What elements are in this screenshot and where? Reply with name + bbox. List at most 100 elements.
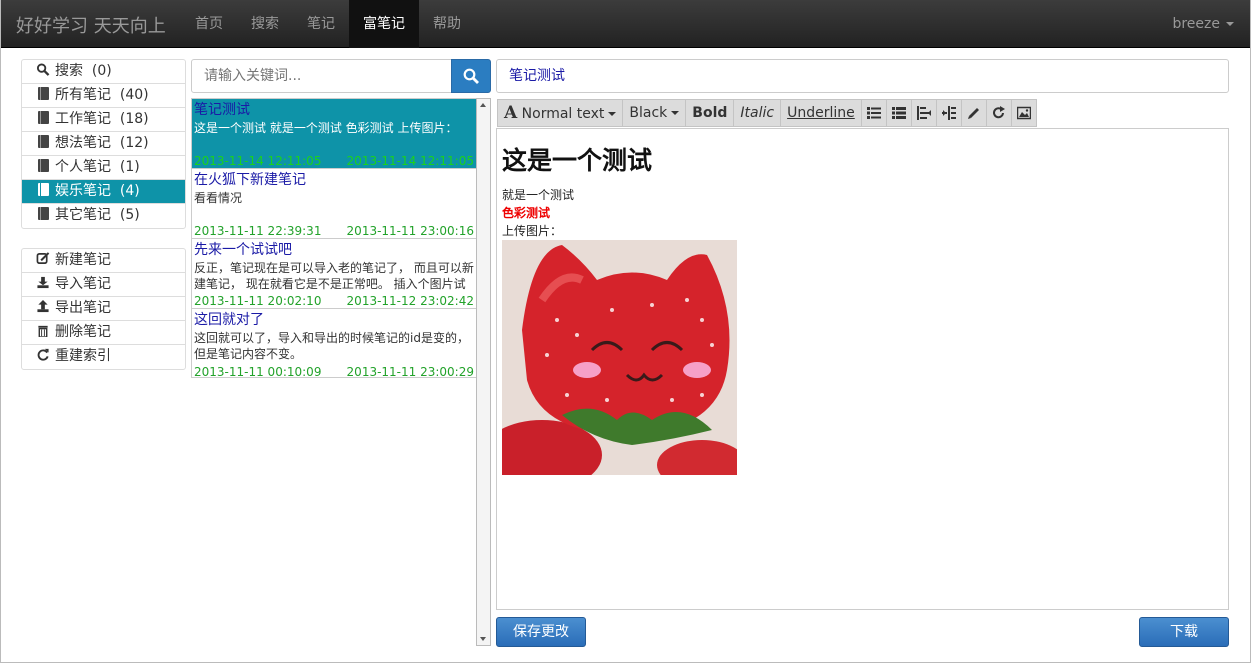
download-button[interactable]: 下载 xyxy=(1139,617,1229,647)
category-search[interactable]: 搜索 (0) xyxy=(22,60,185,84)
trash-icon xyxy=(38,325,48,337)
font-icon: A xyxy=(504,103,518,123)
user-menu[interactable]: breeze xyxy=(1172,0,1234,48)
save-changes-button[interactable]: 保存更改 xyxy=(496,617,586,647)
bold-button[interactable]: Bold xyxy=(686,99,735,127)
nav-menu: 首页 搜索 笔记 富笔记 帮助 xyxy=(181,0,475,48)
strawberry-cat-picture xyxy=(502,240,737,475)
indent-button[interactable] xyxy=(936,99,962,127)
book-icon xyxy=(38,159,49,172)
action-list: 新建笔记 导入笔记 导出笔记 删除笔记 重建索引 xyxy=(21,248,186,370)
outdent-button[interactable] xyxy=(911,99,937,127)
category-count: (4) xyxy=(119,183,140,199)
category-entertainment-notes[interactable]: 娱乐笔记 (4) xyxy=(22,180,185,204)
category-other-notes[interactable]: 其它笔记 (5) xyxy=(22,204,185,228)
import-icon xyxy=(37,276,49,289)
underline-button[interactable]: Underline xyxy=(781,99,862,127)
content-line: 上传图片： xyxy=(502,224,563,238)
action-label: 重建索引 xyxy=(55,348,111,364)
content-line: 就是一个测试 xyxy=(502,188,575,202)
note-list-item[interactable]: 在火狐下新建笔记 看看情况 2013-11-11 22:39:31 2013-1… xyxy=(192,169,477,239)
note-list-item[interactable]: 先来一个试试吧 反正，笔记现在是可以导入老的笔记了， 而且可以新建笔记， 现在就… xyxy=(192,239,477,309)
note-summary: 看看情况 xyxy=(194,191,243,205)
text-color-dropdown[interactable]: Black xyxy=(623,99,687,127)
scroll-up-arrow-icon[interactable] xyxy=(477,99,490,112)
category-label: 个人笔记 xyxy=(55,159,111,175)
note-created-date: 2013-11-11 22:39:31 xyxy=(194,224,322,238)
note-created-date: 2013-11-11 20:02:10 xyxy=(194,294,322,308)
note-title-input[interactable]: 笔记测试 xyxy=(496,59,1229,93)
note-summary: 这回就可以了，导入和导出的时候笔记的id是变的，但是笔记内容不变。 xyxy=(194,331,469,361)
delete-note-button[interactable]: 删除笔记 xyxy=(22,321,185,345)
content-heading: 这是一个测试 xyxy=(502,146,653,175)
nav-item-home[interactable]: 首页 xyxy=(181,0,237,48)
nav-item-search[interactable]: 搜索 xyxy=(237,0,293,48)
insert-image-button[interactable] xyxy=(1011,99,1037,127)
note-modified-date: 2013-11-11 23:00:29 xyxy=(346,365,474,378)
category-idea-notes[interactable]: 想法笔记 (12) xyxy=(22,132,185,156)
export-icon xyxy=(37,300,49,313)
note-summary: 反正，笔记现在是可以导入老的笔记了， 而且可以新建笔记， 现在就看它是不是正常吧… xyxy=(194,261,474,291)
redo-button[interactable] xyxy=(986,99,1012,127)
import-notes-button[interactable]: 导入笔记 xyxy=(22,273,185,297)
ordered-list-icon xyxy=(891,107,906,119)
new-note-button[interactable]: 新建笔记 xyxy=(22,249,185,273)
user-name: breeze xyxy=(1172,16,1220,32)
note-summary: 这是一个测试 就是一个测试 色彩测试 上传图片： xyxy=(194,121,458,135)
text-style-dropdown[interactable]: A Normal text xyxy=(497,99,624,127)
rebuild-index-button[interactable]: 重建索引 xyxy=(22,345,185,369)
ordered-list-button[interactable] xyxy=(886,99,912,127)
search-input[interactable] xyxy=(191,59,452,93)
nav-item-help[interactable]: 帮助 xyxy=(419,0,475,48)
note-list-item[interactable]: 这回就对了 这回就可以了，导入和导出的时候笔记的id是变的，但是笔记内容不变。 … xyxy=(192,309,477,378)
book-icon xyxy=(38,207,49,220)
refresh-icon xyxy=(37,348,49,361)
bold-label: Bold xyxy=(692,105,728,121)
export-notes-button[interactable]: 导出笔记 xyxy=(22,297,185,321)
pencil-button[interactable] xyxy=(961,99,987,127)
note-created-date: 2013-11-14 12:11:05 xyxy=(194,154,322,168)
nav-item-notes[interactable]: 笔记 xyxy=(293,0,349,48)
unordered-list-button[interactable] xyxy=(861,99,887,127)
category-all-notes[interactable]: 所有笔记 (40) xyxy=(22,84,185,108)
note-created-date: 2013-11-11 00:10:09 xyxy=(194,365,322,378)
caret-down-icon xyxy=(671,111,680,115)
brand-title[interactable]: 好好学习 天天向上 xyxy=(16,12,166,38)
text-style-label: Normal text xyxy=(521,106,605,122)
edit-icon xyxy=(36,252,50,264)
search-icon xyxy=(36,63,50,76)
italic-button[interactable]: Italic xyxy=(734,99,782,127)
category-count: (40) xyxy=(119,87,149,103)
note-list-item[interactable]: 笔记测试 这是一个测试 就是一个测试 色彩测试 上传图片： 2013-11-14… xyxy=(192,99,477,169)
top-navbar: 好好学习 天天向上 首页 搜索 笔记 富笔记 帮助 breeze xyxy=(1,0,1250,48)
scroll-down-arrow-icon[interactable] xyxy=(477,632,490,645)
note-title: 在火狐下新建笔记 xyxy=(194,172,306,188)
nav-item-rich-notes[interactable]: 富笔记 xyxy=(349,0,419,48)
category-list: 搜索 (0) 所有笔记 (40) 工作笔记 (18) 想法笔记 (12) 个人笔… xyxy=(21,59,186,229)
book-icon xyxy=(38,111,49,124)
redo-icon xyxy=(992,106,1005,119)
note-modified-date: 2013-11-14 12:11:05 xyxy=(346,154,474,168)
note-title: 这回就对了 xyxy=(194,312,264,328)
note-modified-date: 2013-11-11 23:00:16 xyxy=(346,224,474,238)
category-work-notes[interactable]: 工作笔记 (18) xyxy=(22,108,185,132)
category-personal-notes[interactable]: 个人笔记 (1) xyxy=(22,156,185,180)
action-label: 新建笔记 xyxy=(55,252,111,268)
category-count: (18) xyxy=(119,111,149,127)
rich-text-editor[interactable]: 这是一个测试 就是一个测试 色彩测试 上传图片： xyxy=(496,128,1229,610)
note-title: 先来一个试试吧 xyxy=(194,242,292,258)
book-icon xyxy=(38,183,49,196)
note-modified-date: 2013-11-12 23:02:42 xyxy=(346,294,474,308)
indent-icon xyxy=(941,106,956,120)
action-label: 导出笔记 xyxy=(55,300,111,316)
action-label: 导入笔记 xyxy=(55,276,111,292)
caret-down-icon xyxy=(608,112,617,116)
caret-down-icon xyxy=(1226,22,1234,26)
category-label: 搜索 xyxy=(55,63,83,79)
strawberry-cat-image xyxy=(502,240,737,475)
outdent-icon xyxy=(916,106,931,120)
search-button[interactable] xyxy=(451,59,491,93)
category-label: 工作笔记 xyxy=(55,111,111,127)
note-list-scrollbar[interactable] xyxy=(476,98,491,646)
note-title: 笔记测试 xyxy=(194,102,250,118)
